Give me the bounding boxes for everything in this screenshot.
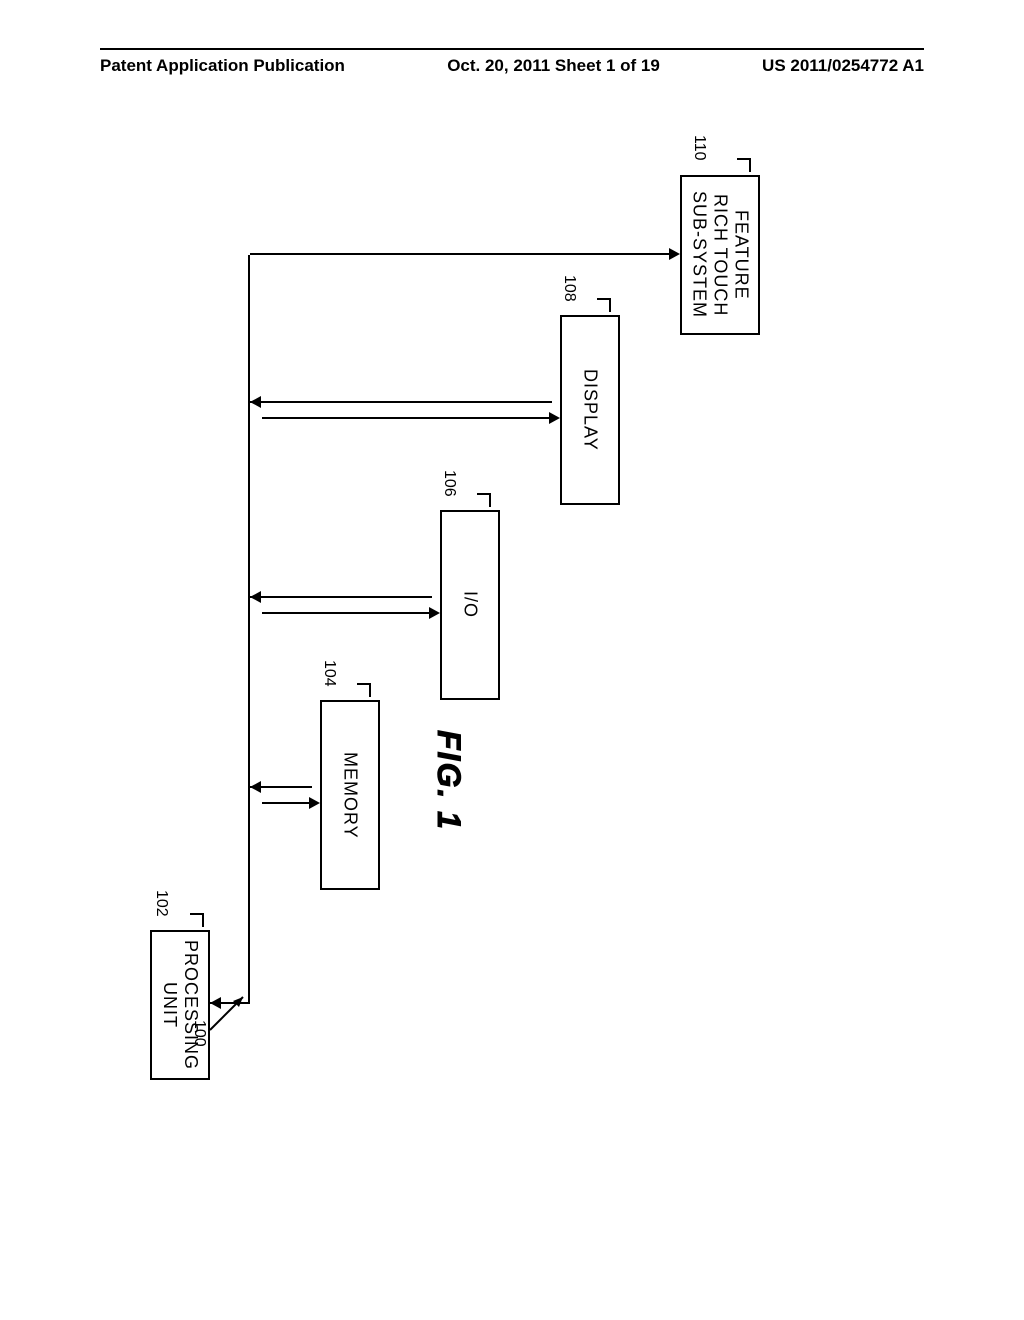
header-left: Patent Application Publication bbox=[100, 56, 345, 76]
page-header: Patent Application Publication Oct. 20, … bbox=[0, 48, 1024, 76]
box-display: DISPLAY bbox=[560, 315, 620, 505]
ref-display: 108 bbox=[560, 275, 578, 302]
box-touch-subsystem: FEATURE RICH TOUCH SUB-SYSTEM bbox=[680, 175, 760, 335]
ref-touch: 110 bbox=[690, 135, 708, 161]
bus-line bbox=[248, 255, 250, 1004]
figure-label: FIG. 1 bbox=[430, 730, 467, 831]
ref-processing: 102 bbox=[152, 890, 170, 917]
box-io: I/O bbox=[440, 510, 500, 700]
diagram: PROCESSING UNIT 102 MEMORY 104 I/O 106 D… bbox=[120, 150, 920, 1250]
box-processing-unit: PROCESSING UNIT bbox=[150, 930, 210, 1080]
ref-memory: 104 bbox=[320, 660, 338, 687]
box-memory: MEMORY bbox=[320, 700, 380, 890]
header-right: US 2011/0254772 A1 bbox=[762, 56, 924, 76]
ref-io: 106 bbox=[440, 470, 458, 497]
system-arrow-icon bbox=[205, 985, 255, 1035]
header-center: Oct. 20, 2011 Sheet 1 of 19 bbox=[447, 56, 660, 76]
